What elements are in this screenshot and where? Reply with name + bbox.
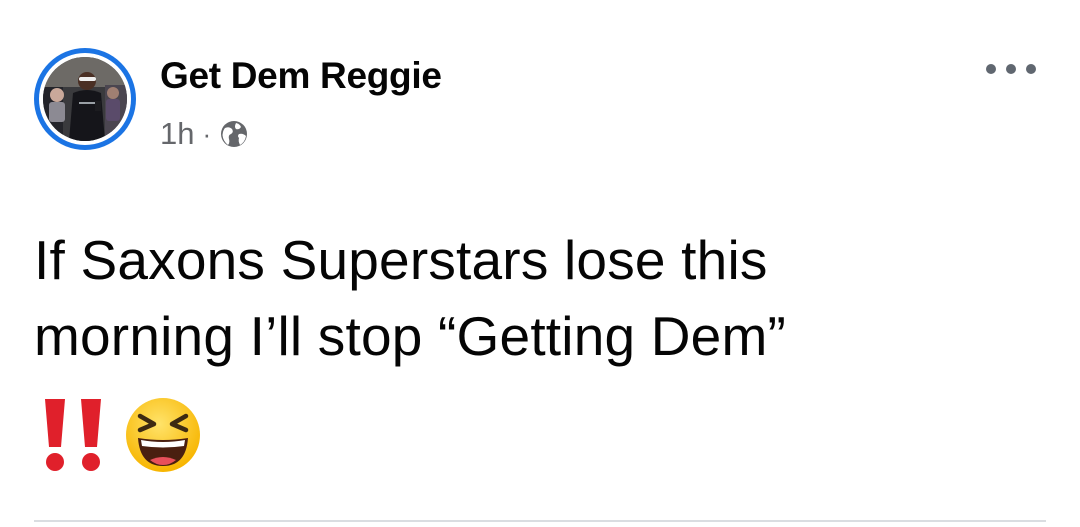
meta-separator: · — [202, 118, 212, 149]
post-text-line: If Saxons Superstars lose this — [34, 229, 768, 291]
post-meta: 1h · — [160, 116, 249, 152]
facebook-post: Get Dem Reggie 1h · If Saxons Superstars… — [0, 0, 1080, 527]
avatar-photo — [43, 57, 127, 141]
emoji-row — [40, 396, 202, 474]
avatar-story-ring[interactable] — [34, 48, 136, 150]
post-text: If Saxons Superstars lose this morning I… — [34, 222, 1044, 374]
double-exclamation-icon — [45, 399, 101, 471]
globe-icon[interactable] — [219, 119, 249, 149]
more-options-icon[interactable] — [986, 56, 1036, 82]
author-name[interactable]: Get Dem Reggie — [160, 55, 442, 97]
post-text-line: morning I’ll stop “Getting Dem” — [34, 305, 787, 367]
post-divider — [34, 520, 1046, 522]
laughing-face-icon — [126, 398, 200, 472]
avatar[interactable] — [43, 57, 127, 141]
post-timestamp[interactable]: 1h — [160, 116, 194, 152]
